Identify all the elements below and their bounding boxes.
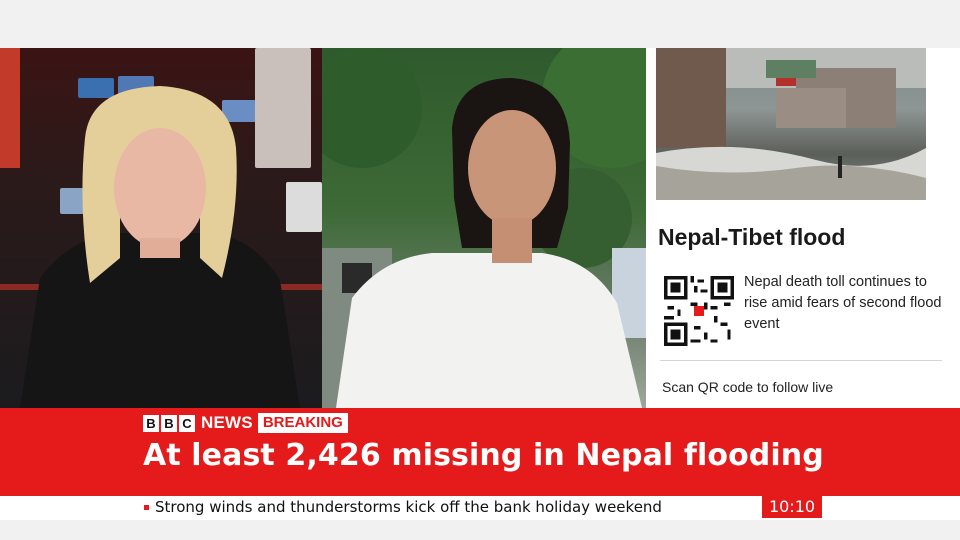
ticker-text: Strong winds and thunderstorms kick off … <box>155 498 662 516</box>
top-margin <box>0 0 960 48</box>
qr-code-icon <box>664 276 734 346</box>
flood-damage-photo <box>656 48 926 200</box>
headline: At least 2,426 missing in Nepal flooding <box>143 438 824 473</box>
flood-photo-drawing <box>656 48 926 200</box>
story-side-panel: Nepal-Tibet flood Nepal death toll conti… <box>646 48 960 408</box>
bbc-news-logo: B B C NEWS BREAKING <box>143 413 348 433</box>
bbc-logo-block: B <box>161 414 177 432</box>
studio-video-feed <box>0 48 322 408</box>
news-ticker: Strong winds and thunderstorms kick off … <box>0 496 960 520</box>
bbc-logo-block: C <box>179 414 195 432</box>
news-wordmark: NEWS <box>201 413 253 432</box>
breaking-news-strap: B B C NEWS BREAKING At least 2,426 missi… <box>0 408 960 496</box>
story-description: Nepal death toll continues to rise amid … <box>744 274 942 332</box>
bbc-logo-block: B <box>143 414 159 432</box>
presenter-right-figure <box>336 78 642 408</box>
ticker-bullet-icon <box>144 505 149 510</box>
correspondent-video-feed <box>322 48 646 408</box>
bottom-margin <box>0 520 960 540</box>
presenter-left-figure <box>20 86 300 408</box>
breaking-badge: BREAKING <box>257 413 348 433</box>
side-divider <box>660 360 942 361</box>
story-title: Nepal-Tibet flood <box>658 224 846 250</box>
clock: 10:10 <box>762 496 822 518</box>
scan-qr-instruction: Scan QR code to follow live <box>662 379 834 395</box>
